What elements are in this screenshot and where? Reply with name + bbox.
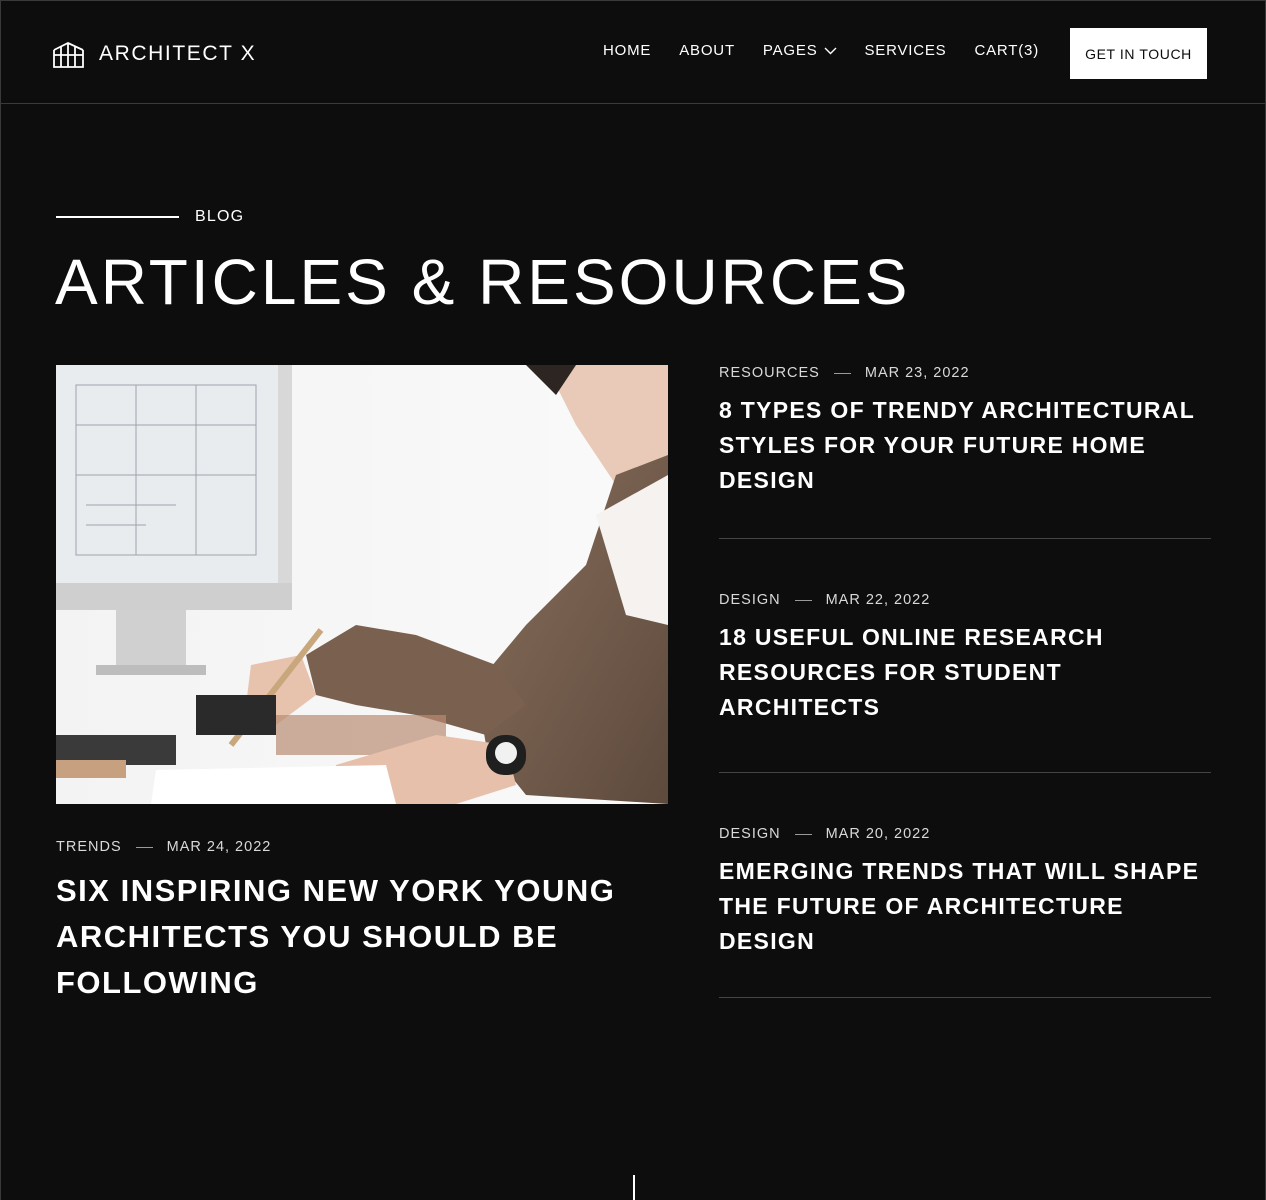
post-date: MAR 22, 2022 (825, 592, 931, 608)
post-title[interactable]: 8 TYPES OF TRENDY ARCHITECTURAL STYLES F… (719, 393, 1211, 498)
section-eyebrow: BLOG (56, 208, 244, 226)
post-category[interactable]: DESIGN (719, 592, 781, 608)
nav-cart[interactable]: CART(3) (975, 42, 1040, 59)
meta-separator (794, 833, 812, 835)
building-icon (53, 42, 84, 68)
person-sketching-at-computer-photo (56, 365, 668, 804)
featured-meta: TRENDS MAR 24, 2022 (56, 839, 271, 855)
nav-pages[interactable]: PAGES (763, 42, 837, 59)
post-title[interactable]: EMERGING TRENDS THAT WILL SHAPE THE FUTU… (719, 854, 1211, 959)
post-title[interactable]: 18 USEFUL ONLINE RESEARCH RESOURCES FOR … (719, 620, 1211, 725)
featured-date: MAR 24, 2022 (166, 839, 272, 855)
main-nav: HOME ABOUT PAGES SERVICES CART(3) (603, 42, 1039, 59)
nav-services-label: SERVICES (864, 42, 947, 59)
nav-pages-label: PAGES (762, 42, 818, 59)
eyebrow-text: BLOG (195, 208, 245, 225)
nav-home-label: HOME (603, 42, 652, 59)
post-meta: DESIGN MAR 20, 2022 (719, 826, 930, 842)
post-meta: RESOURCES MAR 23, 2022 (719, 365, 970, 381)
nav-about[interactable]: ABOUT (679, 42, 735, 59)
divider (719, 997, 1211, 998)
list-item: DESIGN MAR 20, 2022 EMERGING TRENDS THAT… (719, 826, 1211, 1000)
nav-home[interactable]: HOME (603, 42, 651, 59)
meta-separator (135, 846, 153, 848)
nav-services[interactable]: SERVICES (865, 42, 947, 59)
get-in-touch-button[interactable]: GET IN TOUCH (1070, 28, 1207, 79)
scroll-indicator-line (633, 1175, 635, 1200)
nav-about-label: ABOUT (679, 42, 735, 59)
site-header: ARCHITECT X HOME ABOUT PAGES SERVICES CA… (0, 0, 1266, 104)
logo[interactable]: ARCHITECT X (52, 39, 256, 69)
chevron-down-icon (824, 47, 836, 54)
divider (719, 538, 1211, 539)
eyebrow-line (56, 216, 179, 218)
featured-category[interactable]: TRENDS (56, 839, 122, 855)
post-category[interactable]: DESIGN (719, 826, 781, 842)
list-item: RESOURCES MAR 23, 2022 8 TYPES OF TRENDY… (719, 365, 1211, 539)
post-meta: DESIGN MAR 22, 2022 (719, 592, 930, 608)
featured-title[interactable]: SIX INSPIRING NEW YORK YOUNG ARCHITECTS … (56, 868, 656, 1006)
meta-separator (833, 372, 851, 374)
page-title: ARTICLES & RESOURCES (55, 246, 911, 318)
list-item: DESIGN MAR 22, 2022 18 USEFUL ONLINE RES… (719, 592, 1211, 774)
featured-image[interactable] (56, 365, 668, 804)
post-date: MAR 20, 2022 (825, 826, 931, 842)
nav-cart-label: CART(3) (974, 42, 1039, 59)
post-category[interactable]: RESOURCES (719, 365, 820, 381)
divider (719, 772, 1211, 773)
post-date: MAR 23, 2022 (864, 365, 970, 381)
meta-separator (794, 599, 812, 601)
logo-text: ARCHITECT X (99, 42, 257, 65)
